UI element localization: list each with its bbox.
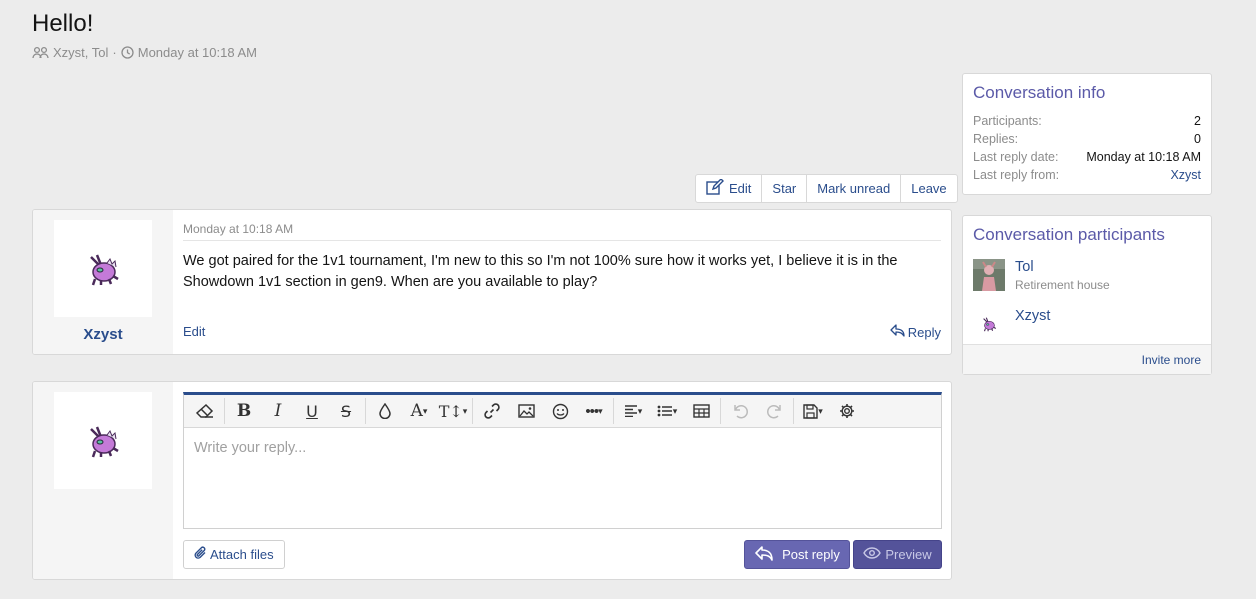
toolbar-separator <box>720 398 721 424</box>
pokemon-sprite-icon <box>90 426 119 457</box>
font-family-icon[interactable]: A ▾ <box>402 396 436 426</box>
conversation-info-list: Participants: 2 Replies: 0 Last reply da… <box>963 103 1211 184</box>
post-reply-button[interactable]: Post reply <box>744 540 850 569</box>
rich-text-editor: B I U S A ▾ T↕ ▾ ••• ▾ ▾ ▾ ▾ Write your … <box>183 392 942 529</box>
edit-conversation-button[interactable]: Edit <box>696 175 761 202</box>
image-icon[interactable] <box>509 396 543 426</box>
participant-item: Tol Retirement house <box>973 259 1110 292</box>
align-icon[interactable]: ▾ <box>616 396 650 426</box>
message-body: We got paired for the 1v1 tournament, I'… <box>183 253 898 290</box>
avatar[interactable] <box>54 392 152 489</box>
toolbar-separator <box>224 398 225 424</box>
participant-name[interactable]: Tol <box>1015 259 1110 275</box>
reply-user-panel <box>33 382 173 579</box>
clock-icon <box>121 46 134 59</box>
participant-title: Retirement house <box>1015 278 1110 292</box>
info-key: Replies: <box>973 132 1019 146</box>
conversation-action-bar: Edit Star Mark unread Leave <box>695 174 958 203</box>
message-edit-link[interactable]: Edit <box>183 324 205 339</box>
reply-form: B I U S A ▾ T↕ ▾ ••• ▾ ▾ ▾ ▾ Write your … <box>32 381 952 580</box>
paperclip-icon <box>194 546 207 564</box>
smilie-icon[interactable] <box>543 396 577 426</box>
attach-files-button[interactable]: Attach files <box>183 540 285 569</box>
message-username[interactable]: Xzyst <box>33 326 173 343</box>
undo-icon[interactable] <box>723 396 757 426</box>
strikethrough-icon[interactable]: S <box>329 396 363 426</box>
info-key: Last reply date: <box>973 150 1059 164</box>
message-reply-link[interactable]: Reply <box>890 324 941 340</box>
conversation-participants-block: Conversation participants Tol Retirement… <box>962 215 1212 375</box>
leave-button[interactable]: Leave <box>900 175 956 202</box>
font-size-icon[interactable]: T↕ ▾ <box>436 396 470 426</box>
drafts-icon[interactable]: ▾ <box>796 396 830 426</box>
eye-icon <box>863 547 882 562</box>
info-value: 2 <box>1194 114 1201 128</box>
reply-label: Reply <box>907 324 941 340</box>
clear-formatting-icon[interactable] <box>188 396 222 426</box>
message-post: Xzyst Monday at 10:18 AM We got paired f… <box>32 209 952 355</box>
editor-toolbar: B I U S A ▾ T↕ ▾ ••• ▾ ▾ ▾ ▾ <box>184 395 941 428</box>
info-row-last-reply-date: Last reply date: Monday at 10:18 AM <box>973 148 1201 166</box>
preview-label: Preview <box>885 547 932 562</box>
edit-icon <box>706 178 724 198</box>
page-title: Hello! <box>32 10 94 37</box>
star-button[interactable]: Star <box>761 175 806 202</box>
participant-name[interactable]: Xzyst <box>1015 308 1050 324</box>
message-user-panel: Xzyst <box>33 210 173 354</box>
table-icon[interactable] <box>684 396 718 426</box>
last-reply-user-link[interactable]: Xzyst <box>1170 166 1201 184</box>
conversation-info-block: Conversation info Participants: 2 Replie… <box>962 73 1212 195</box>
list-icon[interactable]: ▾ <box>650 396 684 426</box>
conversation-info-title: Conversation info <box>973 83 1106 102</box>
avatar[interactable] <box>973 259 1005 291</box>
participant-item: Xzyst <box>973 308 1050 340</box>
info-value[interactable]: Monday at 10:18 AM <box>1086 148 1201 166</box>
message-divider <box>183 240 941 241</box>
info-key: Last reply from: <box>973 168 1060 182</box>
conversation-date: Monday at 10:18 AM <box>137 45 257 60</box>
toolbar-separator <box>793 398 794 424</box>
info-row-replies: Replies: 0 <box>973 130 1201 148</box>
italic-icon[interactable]: I <box>261 396 295 426</box>
bold-icon[interactable]: B <box>227 396 261 426</box>
users-icon <box>32 46 49 60</box>
mark-unread-button[interactable]: Mark unread <box>806 175 900 202</box>
invite-more-link[interactable]: Invite more <box>1142 353 1201 367</box>
participant-details: Xzyst <box>1015 308 1050 340</box>
reply-icon <box>890 324 905 340</box>
attach-files-label: Attach files <box>210 547 274 562</box>
conversation-participants-title: Conversation participants <box>973 225 1165 244</box>
editor-content-area <box>184 428 941 528</box>
link-icon[interactable] <box>475 396 509 426</box>
participant-details: Tol Retirement house <box>1015 259 1110 292</box>
more-options-icon[interactable]: ••• ▾ <box>577 396 611 426</box>
info-value: 0 <box>1194 132 1201 146</box>
settings-gear-icon[interactable] <box>830 396 864 426</box>
pokemon-sprite-icon <box>90 254 119 285</box>
preview-button[interactable]: Preview <box>853 540 942 569</box>
avatar[interactable] <box>973 308 1005 340</box>
reply-icon <box>754 545 774 564</box>
info-key: Participants: <box>973 114 1042 128</box>
post-reply-label: Post reply <box>782 547 840 562</box>
message-date[interactable]: Monday at 10:18 AM <box>183 222 293 236</box>
toolbar-separator <box>365 398 366 424</box>
toolbar-separator <box>472 398 473 424</box>
toolbar-separator <box>613 398 614 424</box>
info-row-participants: Participants: 2 <box>973 112 1201 130</box>
pokemon-sprite-icon <box>983 317 997 332</box>
user-avatar-icon <box>973 259 1005 291</box>
text-color-icon[interactable] <box>368 396 402 426</box>
edit-label: Edit <box>729 181 752 196</box>
underline-icon[interactable]: U <box>295 396 329 426</box>
participants-text: Xzyst, Tol <box>53 45 109 60</box>
page-meta: Xzyst, Tol · Monday at 10:18 AM <box>32 45 257 60</box>
participants-footer: Invite more <box>963 344 1211 374</box>
avatar[interactable] <box>54 220 152 317</box>
meta-separator: · <box>112 45 117 60</box>
redo-icon[interactable] <box>757 396 791 426</box>
info-row-last-reply-from: Last reply from: Xzyst <box>973 166 1201 184</box>
reply-input[interactable] <box>184 428 941 528</box>
